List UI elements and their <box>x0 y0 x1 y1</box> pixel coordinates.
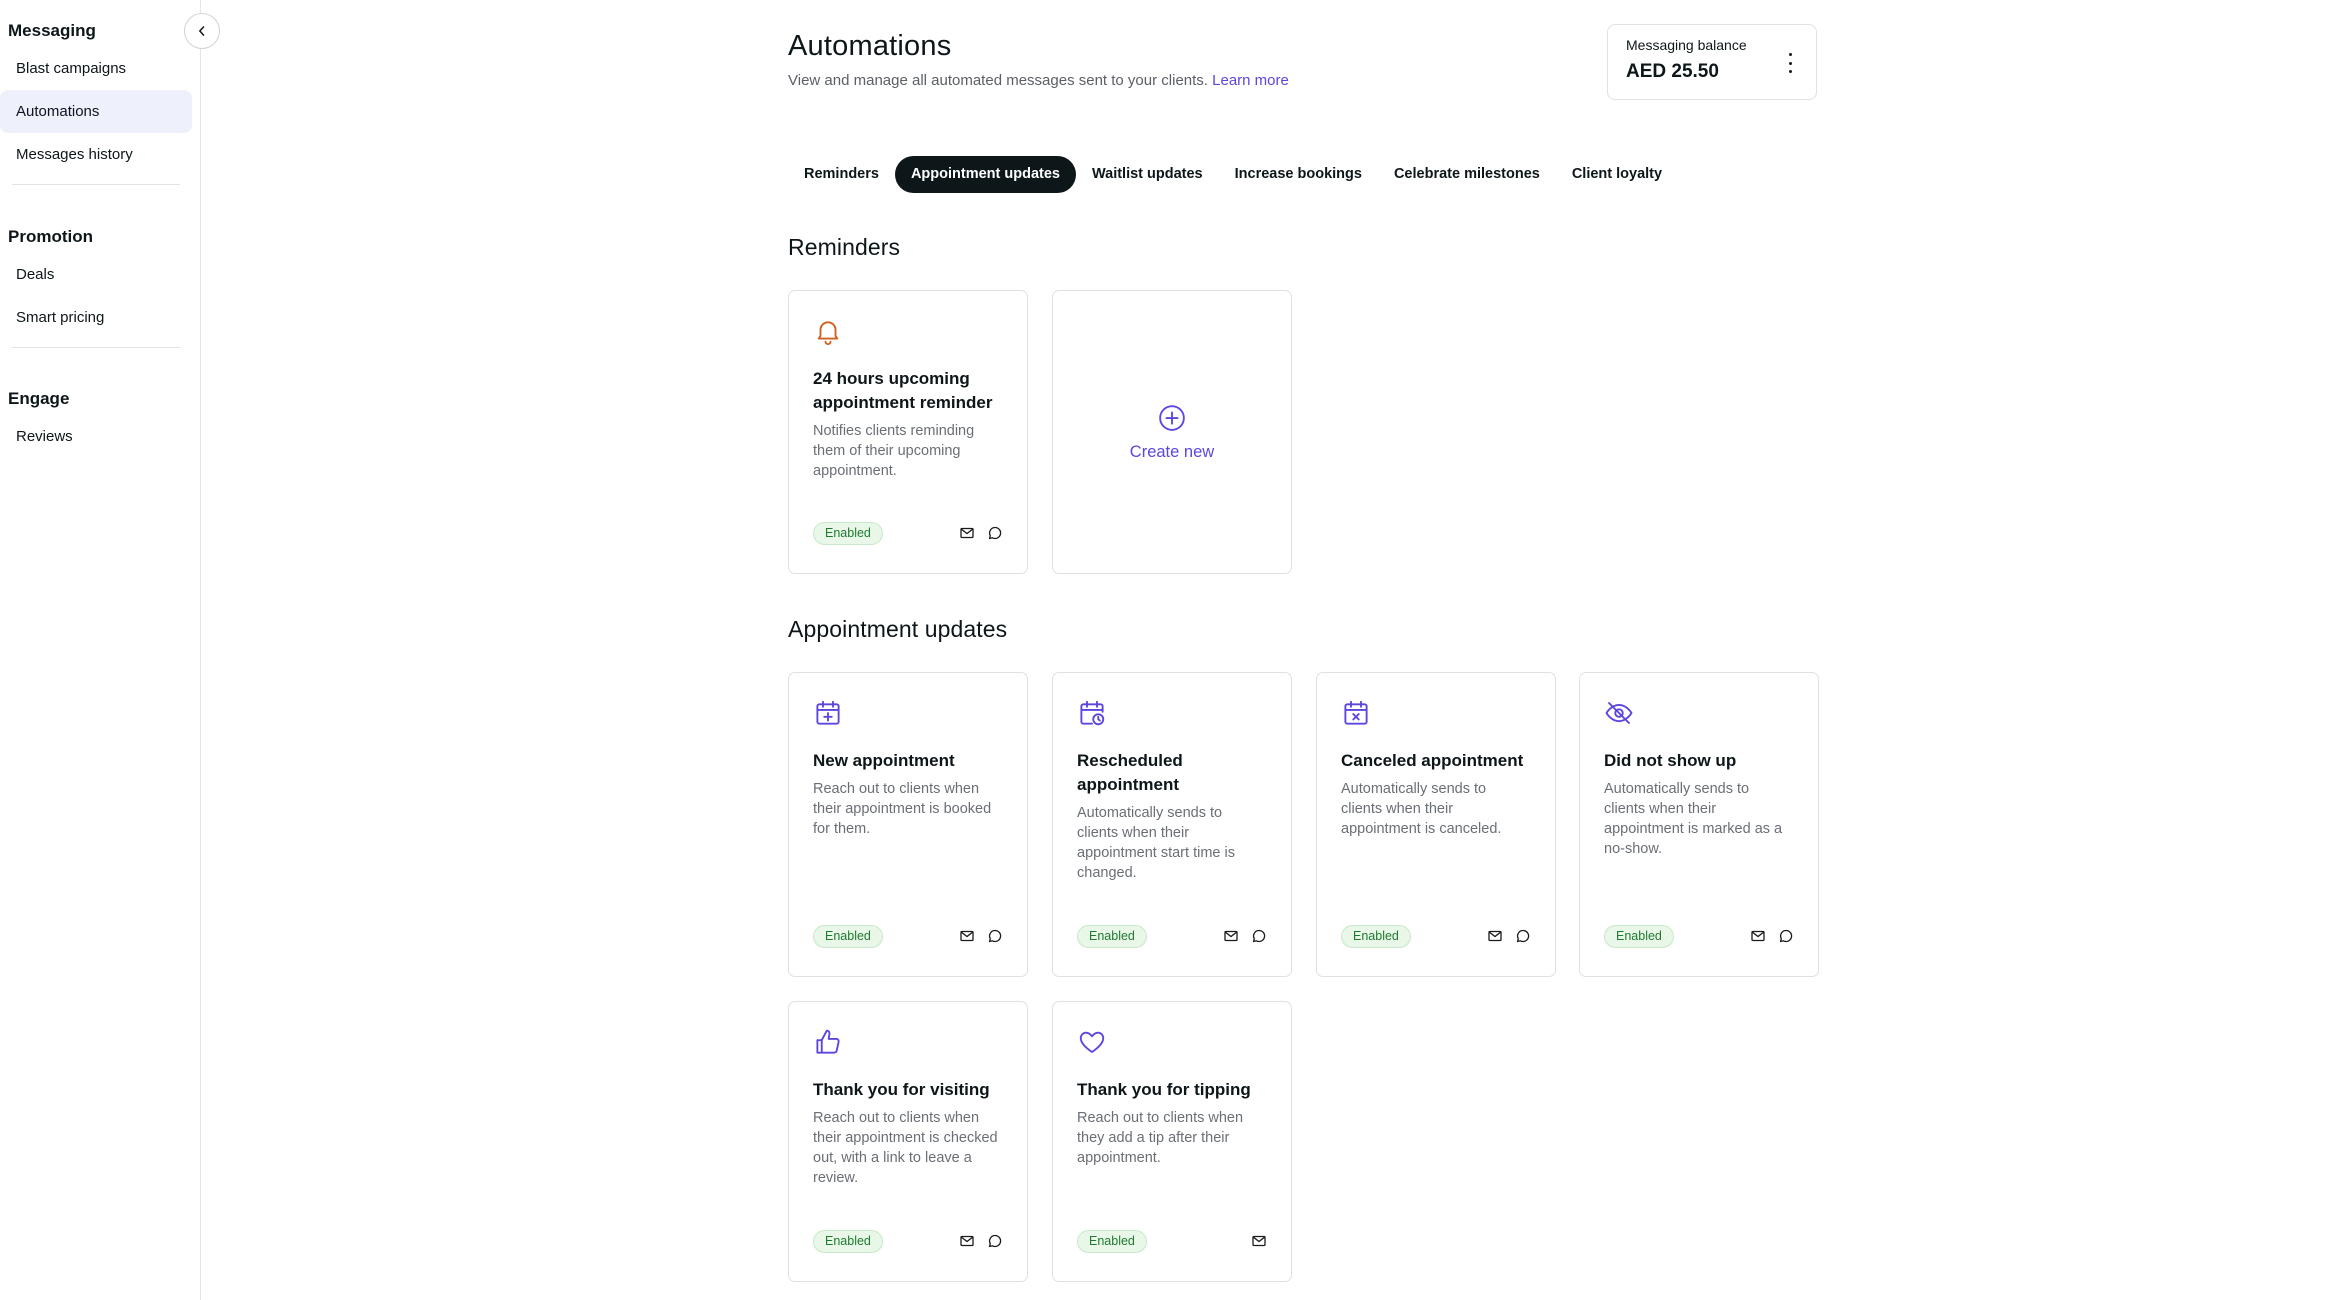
status-badge: Enabled <box>813 521 883 545</box>
thumbs-up-icon <box>813 1026 845 1058</box>
chat-icon <box>988 1234 1002 1248</box>
status-badge: Enabled <box>813 924 883 948</box>
section-title-reminders: Reminders <box>788 234 901 260</box>
chevron-left-icon <box>199 26 205 36</box>
chat-icon <box>1779 929 1793 943</box>
chat-icon <box>1252 929 1266 943</box>
sidebar-divider <box>12 184 180 185</box>
balance-label: Messaging balance <box>1626 37 1747 53</box>
learn-more-link[interactable]: Learn more <box>1212 72 1289 89</box>
card-title: Thank you for tipping <box>1077 1080 1251 1099</box>
category-tabs: Reminders Appointment updates Waitlist u… <box>788 156 1678 193</box>
create-new-automation-card[interactable]: Create new <box>1052 290 1292 574</box>
sidebar-divider <box>12 347 180 348</box>
email-icon <box>960 930 974 942</box>
sidebar-item-deals[interactable]: Deals <box>0 253 192 296</box>
chat-icon <box>988 526 1002 540</box>
bell-icon <box>813 315 845 347</box>
tab-waitlist-updates[interactable]: Waitlist updates <box>1076 156 1219 193</box>
card-title: 24 hours upcoming appointment reminder <box>813 369 993 412</box>
sidebar-collapse-button[interactable] <box>184 13 220 49</box>
sidebar-section-messaging: Messaging Blast campaigns Automations Me… <box>0 17 192 185</box>
card-description: Reach out to clients when they add a tip… <box>1077 1110 1244 1166</box>
sidebar-item-smart-pricing[interactable]: Smart pricing <box>0 296 192 339</box>
chat-icon <box>1516 929 1530 943</box>
page-title: Automations <box>788 30 952 62</box>
card-title: Did not show up <box>1604 751 1737 770</box>
status-badge: Enabled <box>1341 924 1411 948</box>
calendar-x-icon <box>1341 697 1373 729</box>
automation-card-thank-you-visiting[interactable]: Thank you for visiting Reach out to clie… <box>788 1001 1028 1282</box>
card-description: Notifies clients reminding them of their… <box>813 423 975 479</box>
card-description: Automatically sends to clients when thei… <box>1604 781 1783 857</box>
sidebar-section-engage: Engage Reviews <box>8 385 192 458</box>
sidebar-heading-promotion: Promotion <box>8 227 93 246</box>
tab-client-loyalty[interactable]: Client loyalty <box>1556 156 1678 193</box>
card-title: Canceled appointment <box>1341 751 1524 770</box>
page-subtitle-text: View and manage all automated messages s… <box>788 72 1208 89</box>
more-options-icon[interactable] <box>1786 53 1794 73</box>
automation-card-did-not-show-up[interactable]: Did not show up Automatically sends to c… <box>1579 672 1819 977</box>
sidebar: Messaging Blast campaigns Automations Me… <box>0 0 201 1300</box>
status-badge: Enabled <box>1604 924 1674 948</box>
status-badge: Enabled <box>1077 1229 1147 1253</box>
automation-card-rescheduled-appointment[interactable]: Rescheduled appointment Automatically se… <box>1052 672 1292 977</box>
section-title-appointment-updates: Appointment updates <box>788 616 1008 642</box>
email-icon <box>1751 930 1765 942</box>
plus-circle-icon <box>1159 404 1185 431</box>
tab-reminders[interactable]: Reminders <box>788 156 895 193</box>
sidebar-section-promotion: Promotion Deals Smart pricing <box>8 223 192 348</box>
sidebar-heading-engage: Engage <box>8 389 70 408</box>
card-title: New appointment <box>813 751 955 770</box>
tab-celebrate-milestones[interactable]: Celebrate milestones <box>1378 156 1556 193</box>
status-badge: Enabled <box>813 1229 883 1253</box>
email-icon <box>960 1235 974 1247</box>
calendar-plus-icon <box>813 697 845 729</box>
tab-appointment-updates[interactable]: Appointment updates <box>894 156 1076 193</box>
automation-card-24h-reminder[interactable]: 24 hours upcoming appointment reminder N… <box>788 290 1028 574</box>
sidebar-item-messages-history[interactable]: Messages history <box>0 133 192 176</box>
card-description: Automatically sends to clients when thei… <box>1077 805 1235 881</box>
create-new-label: Create new <box>1129 442 1215 461</box>
card-title: Thank you for visiting <box>813 1080 990 1099</box>
card-description: Automatically sends to clients when thei… <box>1341 781 1502 837</box>
card-description: Reach out to clients when their appointm… <box>813 781 992 837</box>
automation-card-thank-you-tipping[interactable]: Thank you for tipping Reach out to clien… <box>1052 1001 1292 1282</box>
chat-icon <box>988 929 1002 943</box>
calendar-clock-icon <box>1077 697 1109 729</box>
card-title: Rescheduled appointment <box>1077 751 1183 794</box>
balance-value: AED 25.50 <box>1626 61 1719 82</box>
status-badge: Enabled <box>1077 924 1147 948</box>
automation-card-canceled-appointment[interactable]: Canceled appointment Automatically sends… <box>1316 672 1556 977</box>
email-icon <box>1252 1235 1266 1247</box>
email-icon <box>960 527 974 539</box>
sidebar-heading-messaging: Messaging <box>8 21 96 40</box>
sidebar-item-reviews[interactable]: Reviews <box>0 415 192 458</box>
sidebar-item-automations[interactable]: Automations <box>0 90 192 133</box>
page-subtitle: View and manage all automated messages s… <box>788 72 1289 89</box>
sidebar-item-blast-campaigns[interactable]: Blast campaigns <box>0 47 192 90</box>
automation-card-new-appointment[interactable]: New appointment Reach out to clients whe… <box>788 672 1028 977</box>
tab-increase-bookings[interactable]: Increase bookings <box>1219 156 1378 193</box>
email-icon <box>1488 930 1502 942</box>
card-description: Reach out to clients when their appointm… <box>813 1110 998 1186</box>
email-icon <box>1224 930 1238 942</box>
messaging-balance-card: Messaging balance AED 25.50 <box>1607 24 1817 100</box>
eye-off-icon <box>1604 697 1636 729</box>
heart-icon <box>1077 1026 1109 1058</box>
